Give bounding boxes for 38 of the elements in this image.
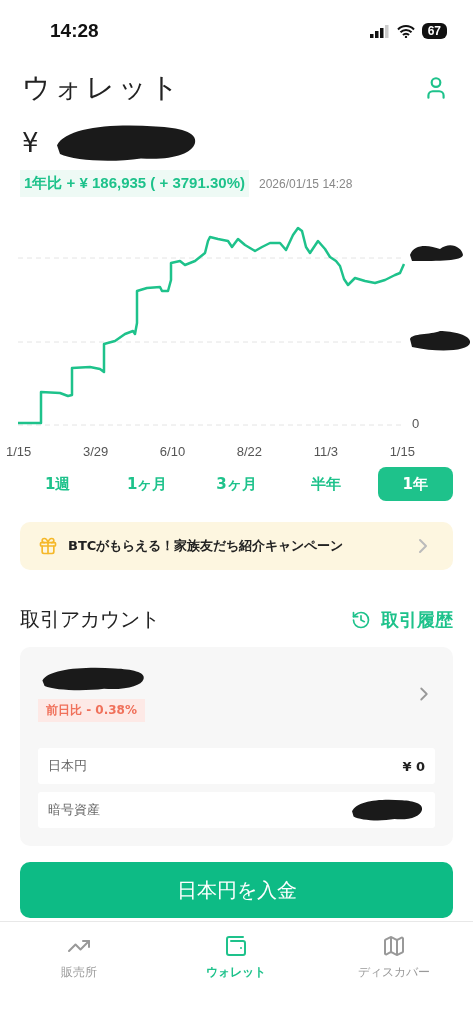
campaign-banner[interactable]: BTCがもらえる！家族友だち紹介キャンペーン <box>20 522 453 570</box>
redaction-mark <box>410 245 463 261</box>
currency-symbol: ¥ <box>22 128 39 158</box>
axis-label: 0 <box>412 416 420 431</box>
deposit-button[interactable]: 日本円を入金 <box>20 862 453 918</box>
period-tab[interactable]: 半年 <box>288 467 364 501</box>
map-icon <box>382 934 407 958</box>
history-icon <box>351 609 371 630</box>
page-title: ウォレット <box>22 70 182 106</box>
axis-label: 6/10 <box>159 444 186 459</box>
axis-label: 1/15 <box>6 444 32 459</box>
period-tab[interactable]: 1ヶ月 <box>109 467 185 501</box>
period-tab[interactable]: 1年 <box>377 467 453 501</box>
nav-tab[interactable]: ウォレット <box>157 922 316 992</box>
wifi-icon <box>396 24 415 38</box>
redaction-mark <box>410 331 471 351</box>
row-value: ¥ 0 <box>402 758 425 774</box>
wallet-icon <box>224 934 249 958</box>
history-link[interactable]: 取引履歴 <box>351 607 453 632</box>
row-label: 日本円 <box>48 757 87 775</box>
nav-tab[interactable]: ディスカバー <box>315 922 473 992</box>
daily-change: 前日比 - 0.38% <box>38 699 145 722</box>
signal-icon <box>369 24 390 38</box>
timestamp: 2026/01/15 14:28 <box>259 176 353 191</box>
axis-label: 3/29 <box>82 444 109 459</box>
status-time: 14:28 <box>50 20 99 42</box>
yearly-change: 1年比 + ¥ 186,935 ( + 3791.30%) <box>20 170 249 197</box>
row-label: 暗号資産 <box>48 801 100 819</box>
battery-level: 67 <box>421 23 447 39</box>
axis-label: 1/15 <box>389 444 415 459</box>
banner-text: BTCがもらえる！家族友だち紹介キャンペーン <box>68 537 345 555</box>
section-title: 取引アカウント <box>20 606 160 633</box>
nav-tab[interactable]: 販売所 <box>0 922 158 992</box>
gift-icon <box>38 536 58 556</box>
period-tab[interactable]: 3ヶ月 <box>198 467 275 501</box>
axis-label: 11/3 <box>313 444 339 459</box>
period-tab[interactable]: 1週 <box>20 467 96 501</box>
axis-label: 8/22 <box>236 444 263 459</box>
